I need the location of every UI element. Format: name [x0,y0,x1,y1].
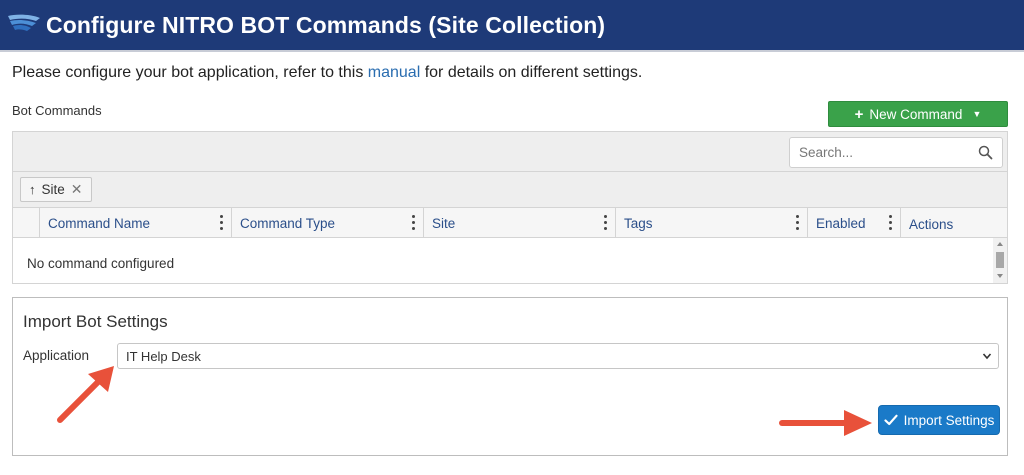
scroll-up-icon[interactable] [997,242,1003,246]
scroll-thumb[interactable] [996,252,1004,268]
column-label: Tags [624,215,653,231]
import-settings-label: Import Settings [903,412,995,428]
column-label: Command Type [240,215,336,231]
chevron-down-icon [982,353,992,360]
application-label: Application [23,348,90,363]
search-box[interactable] [789,137,1003,168]
empty-message: No command configured [27,256,175,271]
grid-scrollbar[interactable] [993,238,1007,283]
application-select[interactable]: IT Help Desk [117,343,999,369]
intro-suffix: for details on different settings. [420,64,643,81]
group-chip-label: Site [41,182,65,197]
column-menu-icon[interactable] [889,215,892,230]
title-bar: Configure NITRO BOT Commands (Site Colle… [0,0,1024,52]
manual-link[interactable]: manual [368,64,420,81]
sort-ascending-icon[interactable]: ↑ [29,182,36,197]
column-menu-icon[interactable] [220,215,223,230]
group-by-bar: ↑ Site ✕ [13,172,1007,208]
search-icon[interactable] [978,145,993,160]
group-chip-site[interactable]: ↑ Site ✕ [20,177,92,202]
column-label: Site [432,215,456,231]
checkmark-icon [883,414,898,426]
column-header-enabled[interactable]: Enabled [807,208,900,238]
grid-header-row: Command Name Command Type Site Tags Enab… [13,208,1007,238]
remove-group-icon[interactable]: ✕ [71,181,83,198]
column-menu-icon[interactable] [412,215,415,230]
column-menu-icon[interactable] [796,215,799,230]
intro-prefix: Please configure your bot application, r… [12,64,368,81]
bot-commands-label: Bot Commands [12,103,102,118]
nitro-logo-icon [8,14,40,31]
caret-down-icon: ▼ [972,109,982,119]
column-label: Enabled [816,215,866,231]
column-header-site[interactable]: Site [423,208,615,238]
column-header-actions[interactable]: Actions [900,208,993,238]
column-header-tags[interactable]: Tags [615,208,807,238]
import-panel-title: Import Bot Settings [23,312,168,331]
column-label: Actions [909,216,954,232]
new-command-label: New Command [869,106,963,122]
commands-grid: ↑ Site ✕ Command Name Command Type Site … [12,131,1008,284]
grid-body: No command configured [13,238,993,283]
scroll-down-icon[interactable] [997,274,1003,278]
page-title: Configure NITRO BOT Commands (Site Colle… [46,12,606,38]
import-settings-panel: Import Bot Settings Application IT Help … [12,297,1008,456]
application-selected-value: IT Help Desk [126,348,201,364]
plus-icon: + [854,105,864,123]
import-settings-button[interactable]: Import Settings [878,405,1000,435]
column-header-command-type[interactable]: Command Type [231,208,423,238]
column-header-command-name[interactable]: Command Name [39,208,231,238]
column-label: Command Name [48,215,151,231]
grid-toolbar [13,132,1007,172]
search-input[interactable] [790,138,970,167]
column-menu-icon[interactable] [604,215,607,230]
new-command-button[interactable]: + New Command ▼ [828,101,1008,127]
intro-text: Please configure your bot application, r… [12,64,642,82]
